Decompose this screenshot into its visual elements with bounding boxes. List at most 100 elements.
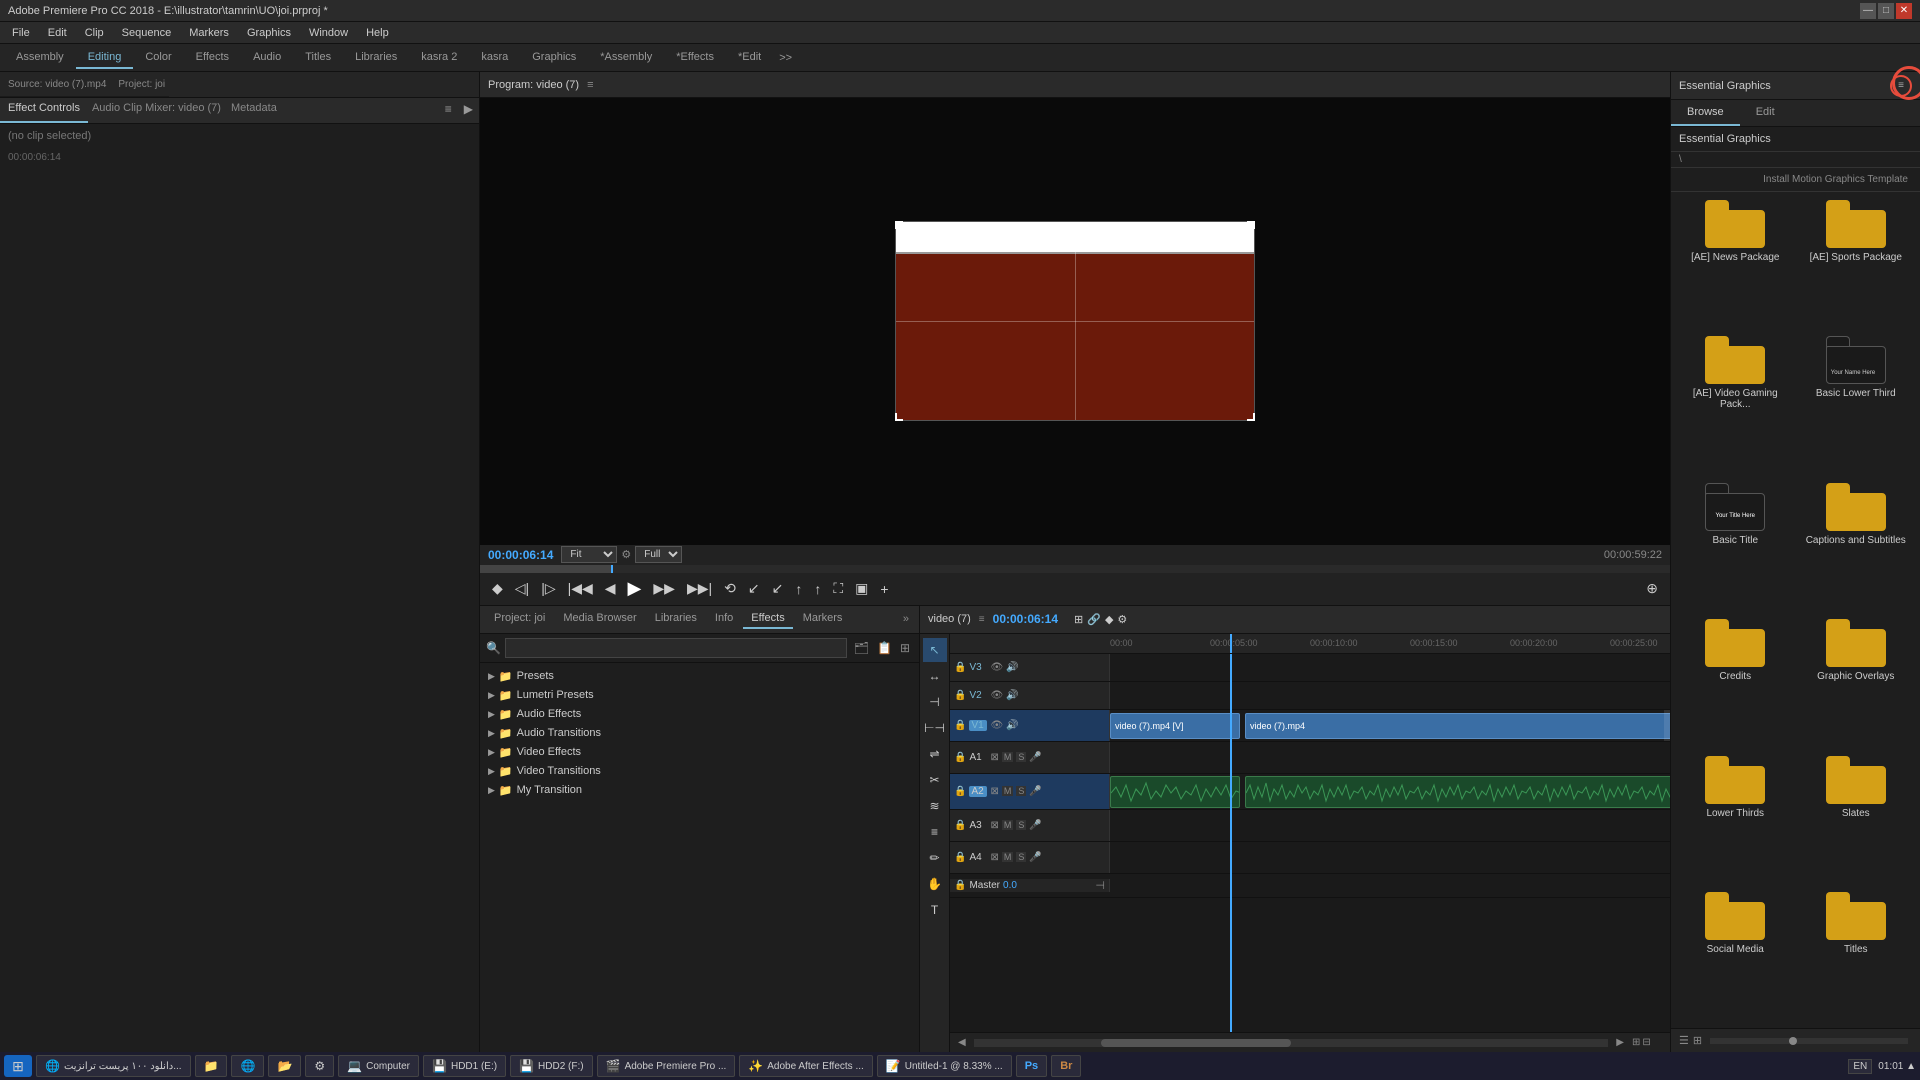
- tab-markers[interactable]: Markers: [795, 609, 851, 629]
- tl-v2-eye[interactable]: 👁: [990, 690, 1003, 701]
- effects-icon-2[interactable]: 📋: [874, 639, 895, 657]
- menu-graphics[interactable]: Graphics: [239, 25, 299, 41]
- taskbar-item-folder[interactable]: 📂: [268, 1055, 301, 1077]
- taskbar-item-photoshop[interactable]: Ps: [1016, 1055, 1047, 1077]
- effects-icon-1[interactable]: 🗂: [851, 639, 872, 657]
- pm-btn-prev-in[interactable]: |◀◀: [564, 578, 597, 599]
- tl-v2-audio[interactable]: 🔊: [1006, 690, 1018, 701]
- tl-v2-lock[interactable]: 🔒: [954, 690, 966, 701]
- tl-ruler[interactable]: 00:00 00:00:05:00 00:00:10:00 00:00:15:0…: [950, 634, 1670, 654]
- tl-a2-content[interactable]: [1110, 774, 1670, 809]
- eg-item-graphic-overlays[interactable]: Graphic Overlays: [1800, 619, 1913, 747]
- taskbar-item-computer[interactable]: 💻 Computer: [338, 1055, 419, 1077]
- ws-tab-kasra[interactable]: kasra: [469, 47, 520, 69]
- taskbar-item-explorer[interactable]: 📁: [195, 1055, 228, 1077]
- menu-edit[interactable]: Edit: [40, 25, 75, 41]
- tl-master-value[interactable]: 0.0: [1003, 880, 1017, 891]
- tl-btn-timeline-settings[interactable]: ⚙: [1117, 613, 1127, 626]
- ws-tab-edit[interactable]: *Edit: [726, 47, 773, 69]
- tab-project[interactable]: Project: joi: [486, 609, 553, 629]
- tl-a1-mic[interactable]: 🎤: [1029, 752, 1041, 763]
- tl-v1-audio[interactable]: 🔊: [1006, 720, 1018, 731]
- tl-scroll-right[interactable]: ▶: [1616, 1037, 1624, 1048]
- tree-my-transition[interactable]: ▶ 📁 My Transition: [480, 781, 919, 800]
- ws-tab-libraries[interactable]: Libraries: [343, 47, 409, 69]
- eg-hamburger-button[interactable]: ≡: [1890, 75, 1912, 97]
- tl-audio-clip-1[interactable]: [1110, 776, 1240, 808]
- tab-audio-clip-mixer[interactable]: Audio Clip Mixer: video (7): [88, 98, 225, 123]
- taskbar-item-settings[interactable]: ⚙: [305, 1055, 334, 1077]
- pm-btn-extra1[interactable]: ⊕: [1642, 578, 1662, 599]
- pm-btn-in[interactable]: ◁|: [511, 578, 533, 599]
- pm-btn-play[interactable]: ▶: [624, 576, 646, 601]
- ws-tab-audio[interactable]: Audio: [241, 47, 293, 69]
- taskbar-item-hdd1[interactable]: 💾 HDD1 (E:): [423, 1055, 506, 1077]
- pm-btn-step-fwd[interactable]: ▶▶: [649, 578, 679, 599]
- tl-a2-mic[interactable]: 🎤: [1029, 786, 1041, 797]
- menu-clip[interactable]: Clip: [77, 25, 112, 41]
- tl-scroll-left[interactable]: ◀: [958, 1037, 966, 1048]
- tl-a4-solo[interactable]: S: [1016, 852, 1026, 862]
- minimize-button[interactable]: —: [1860, 3, 1876, 19]
- tl-btn-snap[interactable]: ⊞: [1074, 613, 1083, 626]
- ws-tab-kasra2[interactable]: kasra 2: [409, 47, 469, 69]
- tl-menu-icon[interactable]: ≡: [979, 614, 985, 625]
- tl-a3-mic[interactable]: 🎤: [1029, 820, 1041, 831]
- eg-item-ae-sports[interactable]: [AE] Sports Package: [1800, 200, 1913, 328]
- pm-progress-bar[interactable]: [480, 565, 1670, 573]
- taskbar-item-hdd2[interactable]: 💾 HDD2 (F:): [510, 1055, 593, 1077]
- effects-search-input[interactable]: [505, 638, 847, 658]
- tl-a4-mic[interactable]: 🎤: [1029, 852, 1041, 863]
- ws-tab-editing[interactable]: Editing: [76, 47, 134, 69]
- eg-tab-browse[interactable]: Browse: [1671, 100, 1740, 126]
- tl-tool-ripple[interactable]: ⊣: [923, 690, 947, 714]
- effects-icon-3[interactable]: ⊞: [897, 639, 913, 657]
- tl-view-btn2[interactable]: ⊟: [1642, 1037, 1650, 1048]
- tl-scrollbar[interactable]: [974, 1039, 1609, 1047]
- tab-libraries[interactable]: Libraries: [647, 609, 705, 629]
- tl-v3-eye[interactable]: 👁: [990, 662, 1003, 673]
- pm-btn-safe[interactable]: ▣: [851, 578, 872, 599]
- eg-item-ae-gaming[interactable]: [AE] Video Gaming Pack...: [1679, 336, 1792, 475]
- pm-menu-icon[interactable]: ≡: [587, 79, 593, 91]
- tl-scroll-thumb[interactable]: [1101, 1039, 1291, 1047]
- tl-tool-hand[interactable]: ✋: [923, 872, 947, 896]
- tl-v1-content[interactable]: video (7).mp4 [V] video (7).mp4: [1110, 710, 1670, 741]
- taskbar-item-ie[interactable]: 🌐: [231, 1055, 264, 1077]
- taskbar-start-button[interactable]: ⊞: [4, 1055, 32, 1077]
- ws-tab-assembly2[interactable]: *Assembly: [588, 47, 664, 69]
- taskbar-item-aftereffects[interactable]: ✨ Adobe After Effects ...: [739, 1055, 873, 1077]
- tree-presets[interactable]: ▶ 📁 Presets: [480, 667, 919, 686]
- tl-btn-linked[interactable]: 🔗: [1087, 613, 1101, 626]
- tl-a3-solo[interactable]: S: [1016, 820, 1026, 830]
- maximize-button[interactable]: □: [1878, 3, 1894, 19]
- pm-fit-selector[interactable]: Fit 25% 50% 100%: [561, 546, 617, 563]
- tl-a1-sync[interactable]: ⊠: [990, 752, 998, 763]
- eg-item-credits[interactable]: Credits: [1679, 619, 1792, 747]
- tl-a2-lock[interactable]: 🔒: [954, 786, 966, 797]
- tl-clip-v1-2[interactable]: video (7).mp4: [1245, 713, 1670, 739]
- tree-video-transitions[interactable]: ▶ 📁 Video Transitions: [480, 762, 919, 781]
- ws-tab-graphics[interactable]: Graphics: [520, 47, 588, 69]
- pm-settings-icon[interactable]: ⚙: [621, 548, 631, 561]
- tl-v3-audio[interactable]: 🔊: [1006, 662, 1018, 673]
- tl-tool-razor[interactable]: ✂: [923, 768, 947, 792]
- tree-video-effects[interactable]: ▶ 📁 Video Effects: [480, 743, 919, 762]
- tl-a1-lock[interactable]: 🔒: [954, 752, 966, 763]
- pm-btn-next-out[interactable]: ▶▶|: [683, 578, 716, 599]
- tl-btn-add-marker[interactable]: ◆: [1105, 613, 1113, 626]
- tree-audio-effects[interactable]: ▶ 📁 Audio Effects: [480, 705, 919, 724]
- eg-tab-edit[interactable]: Edit: [1740, 100, 1791, 126]
- pm-btn-marker[interactable]: ◆: [488, 578, 507, 599]
- menu-markers[interactable]: Markers: [181, 25, 237, 41]
- tl-a4-sync[interactable]: ⊠: [990, 852, 998, 863]
- tl-a3-sync[interactable]: ⊠: [990, 820, 998, 831]
- eg-item-ae-news[interactable]: [AE] News Package: [1679, 200, 1792, 328]
- tl-master-end[interactable]: ⊣: [1095, 879, 1105, 892]
- eg-item-basic-title[interactable]: Your Title Here Basic Title: [1679, 483, 1792, 611]
- taskbar-item-bridge[interactable]: Br: [1051, 1055, 1081, 1077]
- eg-size-slider[interactable]: [1710, 1038, 1908, 1044]
- tl-tool-roll[interactable]: ⊢⊣: [923, 716, 947, 740]
- tab-effects[interactable]: Effects: [743, 609, 792, 629]
- tl-a4-lock[interactable]: 🔒: [954, 852, 966, 863]
